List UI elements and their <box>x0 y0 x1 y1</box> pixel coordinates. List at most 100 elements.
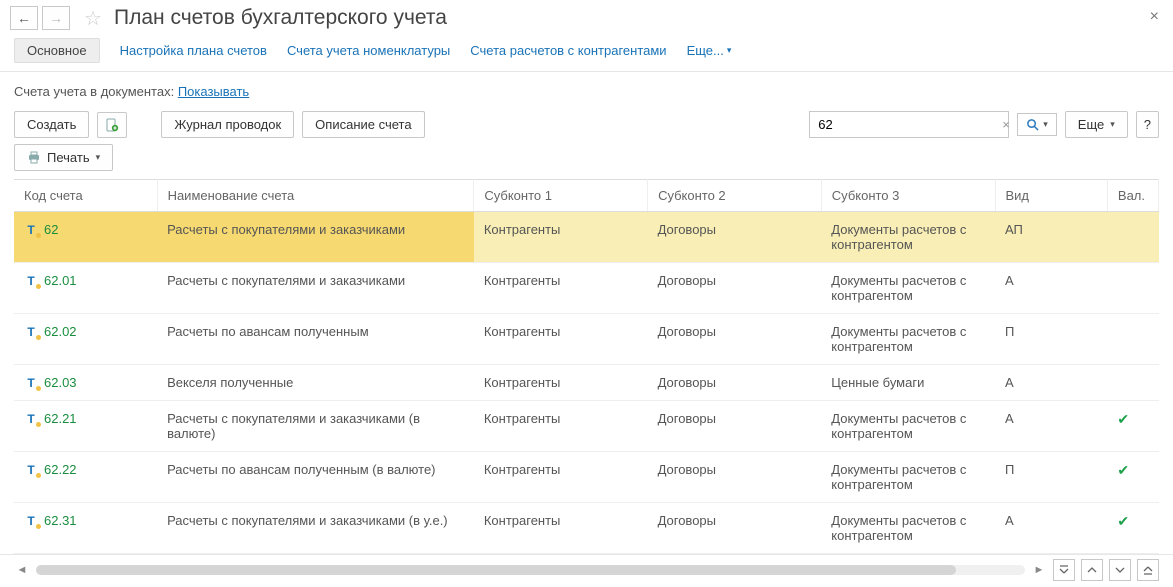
cell-name: Расчеты по авансам полученным (в валюте) <box>157 452 474 503</box>
table-header-row: Код счета Наименование счета Субконто 1 … <box>14 180 1159 212</box>
cell-code: T62.31 <box>14 503 157 554</box>
col-header-name[interactable]: Наименование счета <box>157 180 474 212</box>
cell-sub3: Ценные бумаги <box>821 365 995 401</box>
chevron-down-icon: ▾ <box>1043 119 1048 130</box>
cell-type: П <box>995 452 1107 503</box>
table-row[interactable]: T62.03Векселя полученныеКонтрагентыДогов… <box>14 365 1159 401</box>
journal-button[interactable]: Журнал проводок <box>161 111 294 138</box>
cell-name: Векселя полученные <box>157 365 474 401</box>
cell-type: А <box>995 401 1107 452</box>
cell-code: T62.02 <box>14 314 157 365</box>
scroll-right-arrow[interactable]: ► <box>1031 562 1047 578</box>
cell-val: ✔ <box>1107 452 1158 503</box>
table-row[interactable]: T62Расчеты с покупателями и заказчикамиК… <box>14 212 1159 263</box>
cell-val: ✔ <box>1107 503 1158 554</box>
cell-sub2: Договоры <box>648 212 822 263</box>
t-account-icon: T <box>24 325 38 339</box>
t-account-icon: T <box>24 514 38 528</box>
col-header-code[interactable]: Код счета <box>14 180 157 212</box>
favorite-star-icon[interactable]: ☆ <box>82 7 104 29</box>
cell-sub3: Документы расчетов с контрагентом <box>821 401 995 452</box>
cell-sub3: Документы расчетов с контрагентом <box>821 263 995 314</box>
scrollbar-thumb[interactable] <box>36 565 956 575</box>
tab-more-label: Еще... <box>687 43 724 58</box>
cell-name: Расчеты с покупателями и заказчиками <box>157 212 474 263</box>
more-button[interactable]: Еще ▾ <box>1065 111 1128 138</box>
col-header-val[interactable]: Вал. <box>1107 180 1158 212</box>
print-button-label: Печать <box>47 150 90 165</box>
chevron-down-icon: ▾ <box>1110 119 1115 130</box>
horizontal-scrollbar[interactable] <box>36 565 1025 575</box>
tab-main[interactable]: Основное <box>14 38 100 63</box>
chevron-down-icon: ▾ <box>727 45 732 56</box>
cell-sub2: Договоры <box>648 365 822 401</box>
tabs-bar: Основное Настройка плана счетов Счета уч… <box>0 34 1173 72</box>
infoline-value-link[interactable]: Показывать <box>178 84 249 99</box>
t-account-icon: T <box>24 223 38 237</box>
magnifier-icon <box>1026 118 1039 131</box>
page-title: План счетов бухгалтерского учета <box>114 6 447 30</box>
cell-val <box>1107 212 1158 263</box>
cell-sub3: Документы расчетов с контрагентом <box>821 212 995 263</box>
cell-sub3: Документы расчетов с контрагентом <box>821 452 995 503</box>
cell-code: T62.01 <box>14 263 157 314</box>
print-button[interactable]: Печать ▾ <box>14 144 113 171</box>
infoline-label: Счета учета в документах: <box>14 84 174 99</box>
col-header-sub3[interactable]: Субконто 3 <box>821 180 995 212</box>
cell-code: T62.03 <box>14 365 157 401</box>
cell-code: T62 <box>14 212 157 263</box>
table-row[interactable]: T62.22Расчеты по авансам полученным (в в… <box>14 452 1159 503</box>
cell-sub2: Договоры <box>648 314 822 365</box>
table-row[interactable]: T62.21Расчеты с покупателями и заказчика… <box>14 401 1159 452</box>
search-clear-icon[interactable]: × <box>1002 117 1010 132</box>
check-icon: ✔ <box>1117 513 1129 529</box>
cell-sub3: Документы расчетов с контрагентом <box>821 314 995 365</box>
cell-sub2: Договоры <box>648 401 822 452</box>
cell-type: А <box>995 503 1107 554</box>
cell-sub1: Контрагенты <box>474 503 648 554</box>
cell-sub1: Контрагенты <box>474 365 648 401</box>
close-icon[interactable]: × <box>1150 8 1159 26</box>
nav-up-button[interactable] <box>1081 559 1103 581</box>
cell-sub1: Контрагенты <box>474 314 648 365</box>
table-row[interactable]: T62.02Расчеты по авансам полученнымКонтр… <box>14 314 1159 365</box>
tab-more-menu[interactable]: Еще... ▾ <box>687 43 732 58</box>
t-account-icon: T <box>24 463 38 477</box>
cell-type: П <box>995 314 1107 365</box>
table-row[interactable]: T62.01Расчеты с покупателями и заказчика… <box>14 263 1159 314</box>
tab-nomenclature-accounts[interactable]: Счета учета номенклатуры <box>287 43 450 58</box>
col-header-sub1[interactable]: Субконто 1 <box>474 180 648 212</box>
nav-forward-button[interactable]: → <box>42 6 70 30</box>
help-button[interactable]: ? <box>1136 111 1159 138</box>
cell-name: Расчеты с покупателями и заказчиками (в … <box>157 401 474 452</box>
describe-account-button[interactable]: Описание счета <box>302 111 424 138</box>
search-button[interactable]: ▾ <box>1017 113 1057 136</box>
nav-down-button[interactable] <box>1109 559 1131 581</box>
cell-val <box>1107 314 1158 365</box>
search-input-wrap: × <box>809 111 1009 138</box>
tab-plan-settings[interactable]: Настройка плана счетов <box>120 43 267 58</box>
col-header-sub2[interactable]: Субконто 2 <box>648 180 822 212</box>
chevron-down-icon: ▾ <box>96 152 101 163</box>
cell-sub2: Договоры <box>648 452 822 503</box>
create-copy-button[interactable] <box>97 112 127 138</box>
search-input[interactable] <box>816 116 996 133</box>
more-button-label: Еще <box>1078 117 1104 132</box>
cell-name: Расчеты с покупателями и заказчиками (в … <box>157 503 474 554</box>
cell-name: Расчеты по авансам полученным <box>157 314 474 365</box>
col-header-type[interactable]: Вид <box>995 180 1107 212</box>
nav-first-button[interactable] <box>1053 559 1075 581</box>
cell-sub2: Договоры <box>648 263 822 314</box>
t-account-icon: T <box>24 274 38 288</box>
document-plus-icon <box>105 118 119 132</box>
nav-last-button[interactable] <box>1137 559 1159 581</box>
tab-counterparty-accounts[interactable]: Счета расчетов с контрагентами <box>470 43 666 58</box>
cell-sub1: Контрагенты <box>474 212 648 263</box>
nav-back-button[interactable]: ← <box>10 6 38 30</box>
cell-sub1: Контрагенты <box>474 401 648 452</box>
accounts-table: Код счета Наименование счета Субконто 1 … <box>14 179 1159 554</box>
scroll-left-arrow[interactable]: ◄ <box>14 562 30 578</box>
create-button[interactable]: Создать <box>14 111 89 138</box>
table-row[interactable]: T62.31Расчеты с покупателями и заказчика… <box>14 503 1159 554</box>
cell-name: Расчеты с покупателями и заказчиками <box>157 263 474 314</box>
